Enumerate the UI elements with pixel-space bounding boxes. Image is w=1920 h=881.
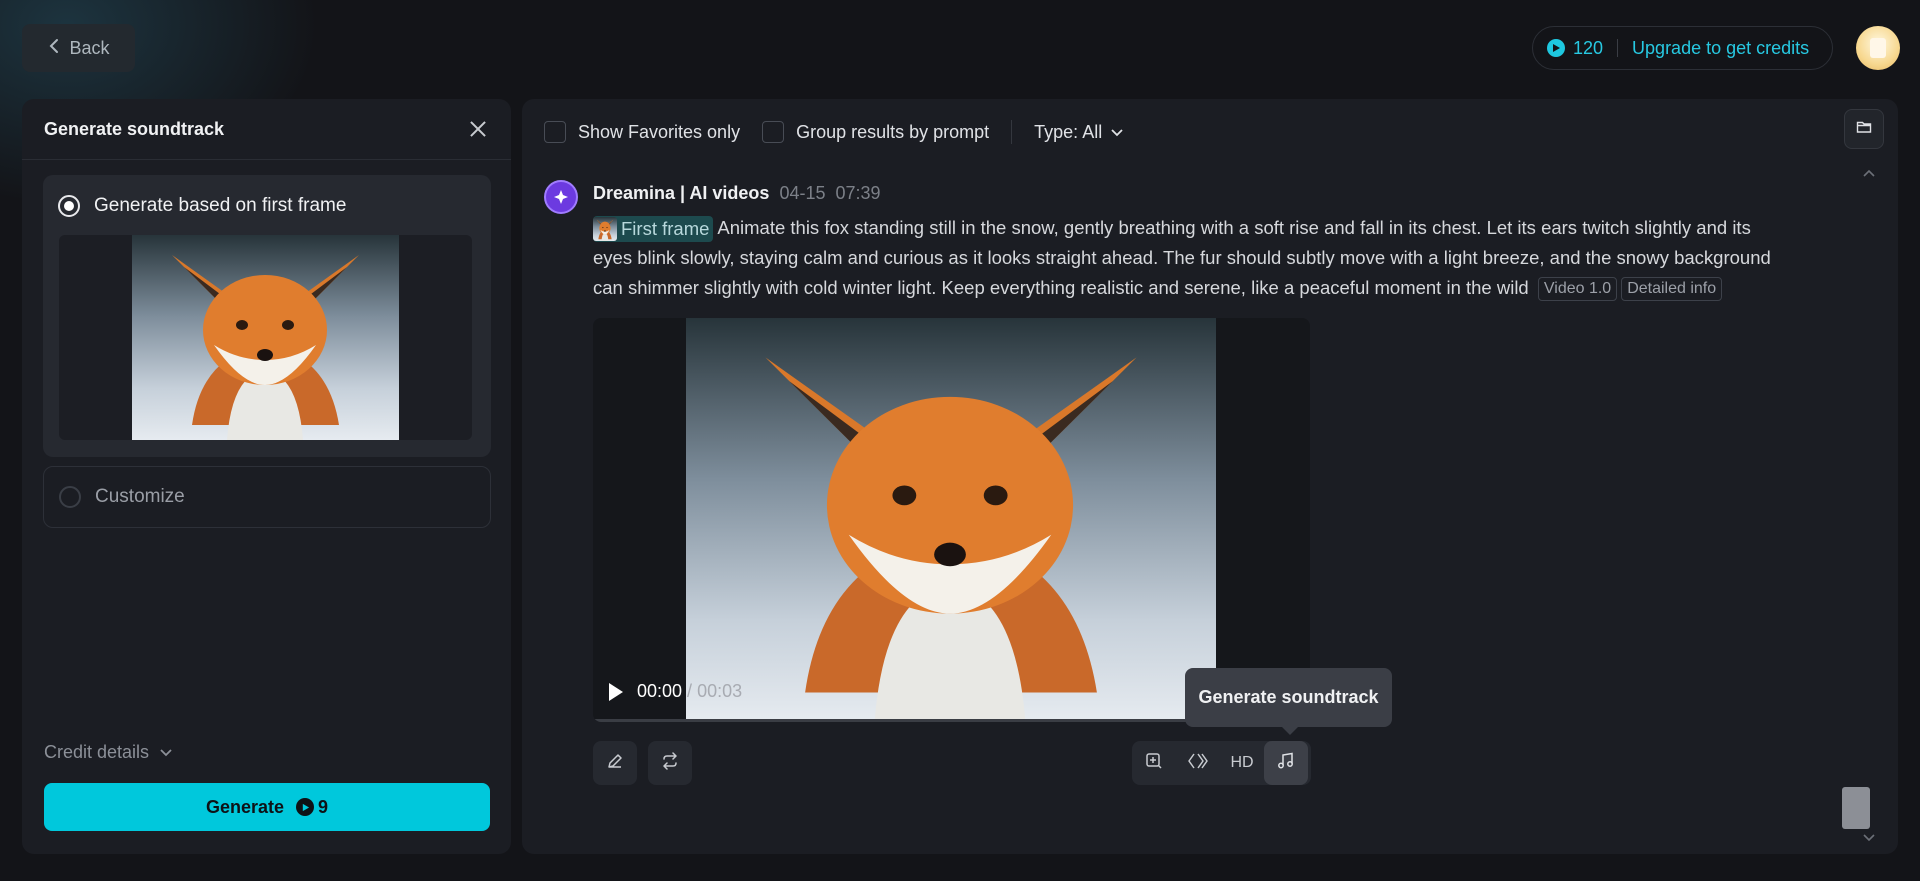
hd-button[interactable]: HD [1220, 741, 1264, 785]
detailed-info-tag[interactable]: Detailed info [1621, 277, 1723, 302]
favorites-filter[interactable]: Show Favorites only [544, 121, 740, 143]
fox-video-frame [686, 318, 1216, 722]
regenerate-button[interactable] [648, 741, 692, 785]
result-date: 04-15 [779, 183, 826, 203]
video-duration: 00:03 [697, 681, 743, 701]
scroll-up-icon[interactable] [1862, 165, 1876, 183]
credit-count: 120 [1573, 37, 1604, 58]
first-frame-chip[interactable]: First frame [593, 216, 714, 243]
option-customize-label: Customize [95, 486, 185, 507]
pencil-icon [606, 752, 624, 775]
option-first-frame-label: Generate based on first frame [94, 195, 347, 216]
group-checkbox[interactable] [762, 121, 785, 143]
add-frame-icon [1145, 752, 1163, 775]
video-current-time: 00:00 [637, 681, 683, 701]
option-first-frame[interactable]: Generate based on first frame [43, 175, 491, 457]
video-tools: HD [1132, 741, 1311, 785]
author-name: Dreamina | AI videos [593, 183, 770, 203]
back-button[interactable]: Back [22, 24, 135, 72]
folder-button[interactable] [1844, 109, 1884, 149]
credit-icon [296, 798, 315, 816]
generate-cost: 9 [296, 797, 328, 818]
first-frame-chip-label: First frame [621, 218, 710, 240]
video-player[interactable]: 00:00 / 00:03 [593, 318, 1310, 722]
edit-button[interactable] [593, 741, 637, 785]
filter-bar: Show Favorites only Group results by pro… [544, 117, 1124, 147]
radio-unselected[interactable] [59, 486, 81, 508]
scroll-down-icon[interactable] [1862, 830, 1876, 848]
credits-pill: 120 Upgrade to get credits [1532, 26, 1833, 70]
video-controls: 00:00 / 00:03 [609, 681, 742, 702]
credit-coin-icon [1547, 39, 1565, 57]
soundtrack-tooltip: Generate soundtrack [1185, 668, 1392, 735]
prompt-text-block: First frame Animate this fox standing st… [593, 213, 1773, 303]
chevron-down-icon [1110, 122, 1124, 143]
music-note-icon [1277, 752, 1295, 775]
panel-header: Generate soundtrack [22, 99, 511, 160]
folder-icon [1856, 120, 1872, 139]
group-label: Group results by prompt [796, 121, 990, 142]
type-dropdown[interactable]: Type: All [1034, 122, 1124, 143]
first-frame-preview [59, 235, 472, 440]
divider [1617, 39, 1619, 57]
back-label: Back [69, 37, 110, 58]
result-time: 07:39 [835, 183, 881, 203]
type-label: Type: All [1034, 121, 1103, 142]
generate-cost-value: 9 [318, 796, 329, 817]
option-customize[interactable]: Customize [43, 466, 491, 528]
diamond-icon [1188, 752, 1208, 775]
results-panel: Show Favorites only Group results by pro… [522, 99, 1898, 854]
video-time: 00:00 / 00:03 [637, 681, 742, 702]
extend-button[interactable] [1132, 741, 1176, 785]
group-filter[interactable]: Group results by prompt [762, 121, 989, 143]
generate-button[interactable]: Generate 9 [44, 783, 490, 831]
avatar[interactable] [1856, 26, 1900, 70]
interpolate-button[interactable] [1176, 741, 1220, 785]
soundtrack-button[interactable] [1264, 741, 1308, 785]
model-tag: Video 1.0 [1537, 277, 1618, 302]
upgrade-link[interactable]: Upgrade to get credits [1632, 38, 1809, 59]
close-icon[interactable] [467, 118, 489, 140]
soundtrack-panel: Generate soundtrack Generate based on fi… [22, 99, 511, 854]
dreamina-bot-icon [544, 180, 578, 214]
panel-title: Generate soundtrack [44, 118, 225, 139]
video-time-separator: / [682, 681, 698, 701]
radio-selected[interactable] [58, 195, 80, 217]
first-frame-thumb [593, 217, 617, 241]
repeat-icon [661, 751, 679, 775]
divider [1011, 120, 1013, 144]
fox-thumbnail-image [132, 235, 399, 440]
chevron-left-icon [47, 38, 61, 59]
favorites-label: Show Favorites only [578, 121, 741, 142]
scrollbar-thumb[interactable] [1842, 787, 1870, 829]
play-icon[interactable] [609, 682, 623, 701]
credit-details-toggle[interactable]: Credit details [44, 742, 173, 763]
credit-details-label: Credit details [44, 742, 150, 762]
favorites-checkbox[interactable] [544, 121, 566, 143]
generate-label: Generate [205, 796, 285, 817]
result-meta: Dreamina | AI videos 04-15 07:39 [593, 183, 881, 204]
chevron-down-icon [159, 742, 173, 763]
